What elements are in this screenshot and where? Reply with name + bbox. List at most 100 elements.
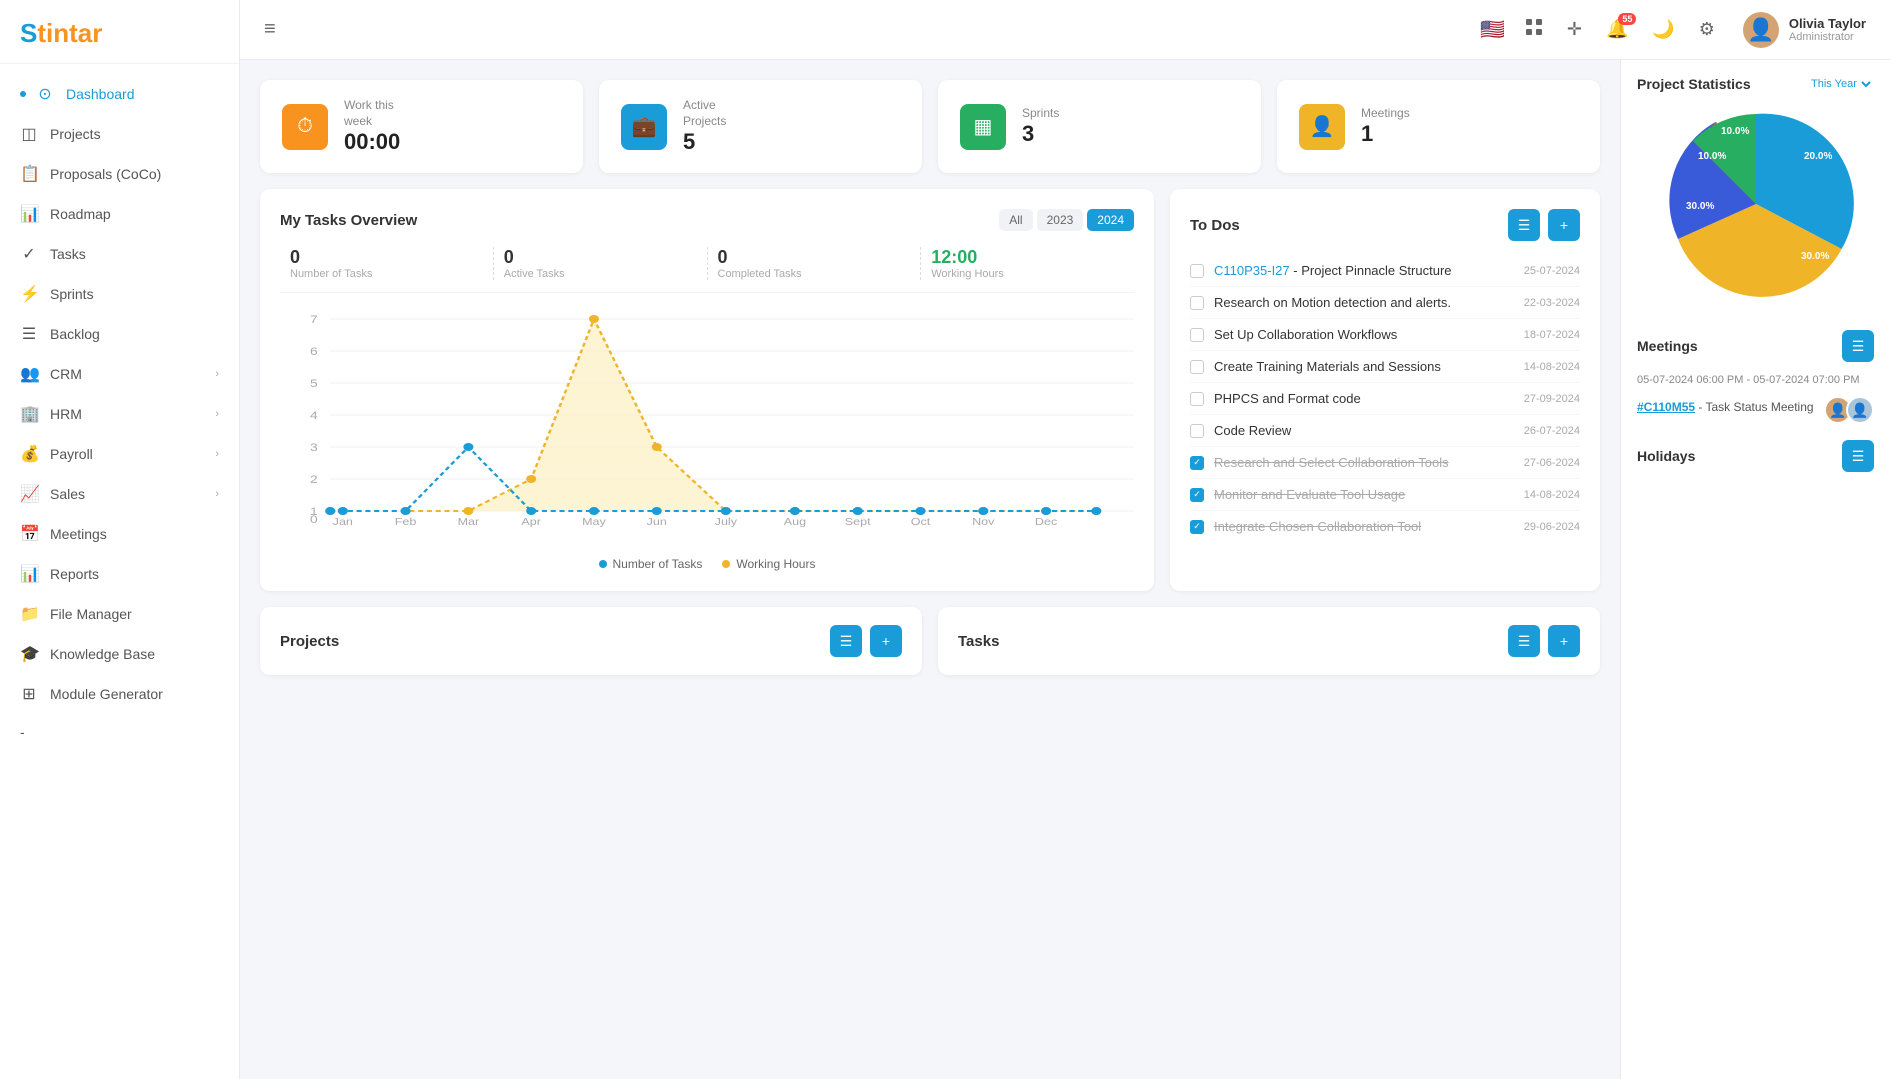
- sidebar-item-more[interactable]: -: [0, 714, 239, 750]
- sidebar-item-reports[interactable]: 📊 Reports: [0, 554, 239, 594]
- meeting-desc: - Task Status Meeting: [1695, 400, 1814, 414]
- sidebar-item-sprints[interactable]: ⚡ Sprints: [0, 274, 239, 314]
- tasks-stat-hours: 12:00 Working Hours: [921, 247, 1134, 280]
- dark-mode-icon[interactable]: 🌙: [1652, 19, 1674, 40]
- sidebar-item-file-manager[interactable]: 📁 File Manager: [0, 594, 239, 634]
- svg-text:6: 6: [310, 345, 318, 357]
- hours-legend-label: Working Hours: [736, 557, 815, 571]
- svg-text:Mar: Mar: [458, 517, 480, 528]
- todo-checkbox-1[interactable]: [1190, 264, 1204, 278]
- sidebar: Stintar ⊙ Dashboard ◫ Projects 📋 Proposa…: [0, 0, 240, 1079]
- todo-text-6: Code Review: [1214, 423, 1514, 438]
- bottom-row: Projects ☰ + Tasks ☰ +: [260, 607, 1600, 675]
- apps-icon[interactable]: [1525, 18, 1543, 41]
- pie-chart: 20.0% 30.0% 30.0% 10.0% 10.0%: [1656, 104, 1856, 304]
- sidebar-item-proposals[interactable]: 📋 Proposals (CoCo): [0, 154, 239, 194]
- tasks-bottom-card: Tasks ☰ +: [938, 607, 1600, 675]
- sidebar-item-dashboard[interactable]: ⊙ Dashboard: [0, 74, 239, 114]
- sidebar-item-knowledge-base[interactable]: 🎓 Knowledge Base: [0, 634, 239, 674]
- todo-add-button[interactable]: +: [1548, 209, 1580, 241]
- working-hours-label: Working Hours: [931, 268, 1004, 280]
- content-main: ⏱ Work thisweek 00:00 💼 ActiveProjects 5…: [240, 60, 1620, 1079]
- active-projects-label: ActiveProjects: [683, 98, 726, 129]
- holidays-title: Holidays: [1637, 448, 1695, 464]
- projects-add-button[interactable]: +: [870, 625, 902, 657]
- tab-2023[interactable]: 2023: [1037, 209, 1084, 231]
- tasks-stats-row: 0 Number of Tasks 0 Active Tasks 0 Compl…: [280, 247, 1134, 293]
- todo-text-4: Create Training Materials and Sessions: [1214, 359, 1514, 374]
- todo-actions: ☰ +: [1508, 209, 1580, 241]
- file-manager-icon: 📁: [20, 604, 38, 624]
- svg-text:4: 4: [310, 409, 318, 421]
- sidebar-item-meetings[interactable]: 📅 Meetings: [0, 514, 239, 554]
- legend-tasks: Number of Tasks: [599, 557, 703, 571]
- language-flag[interactable]: 🇺🇸: [1480, 17, 1505, 42]
- meeting-link[interactable]: #C110M55: [1637, 400, 1695, 414]
- dashboard-icon: ⊙: [36, 84, 54, 104]
- todo-text-7: Research and Select Collaboration Tools: [1214, 455, 1514, 470]
- proposals-icon: 📋: [20, 164, 38, 184]
- sidebar-item-payroll[interactable]: 💰 Payroll ›: [0, 434, 239, 474]
- stats-row: ⏱ Work thisweek 00:00 💼 ActiveProjects 5…: [260, 80, 1600, 173]
- todo-checkbox-7[interactable]: ✓: [1190, 456, 1204, 470]
- user-info[interactable]: 👤 Olivia Taylor Administrator: [1743, 12, 1866, 48]
- svg-text:5: 5: [310, 377, 318, 389]
- sidebar-item-hrm[interactable]: 🏢 HRM ›: [0, 394, 239, 434]
- projects-header: Projects ☰ +: [280, 625, 902, 657]
- sidebar-nav: ⊙ Dashboard ◫ Projects 📋 Proposals (CoCo…: [0, 64, 239, 1079]
- payroll-icon: 💰: [20, 444, 38, 464]
- tab-all[interactable]: All: [999, 209, 1032, 231]
- todo-date-3: 18-07-2024: [1524, 329, 1580, 341]
- todo-checkbox-9[interactable]: ✓: [1190, 520, 1204, 534]
- todo-list-button[interactable]: ☰: [1508, 209, 1540, 241]
- projects-list-button[interactable]: ☰: [830, 625, 862, 657]
- projects-title: Projects: [280, 633, 339, 650]
- todo-checkbox-6[interactable]: [1190, 424, 1204, 438]
- sidebar-item-label: CRM: [50, 366, 82, 382]
- settings-icon[interactable]: ⚙: [1699, 19, 1715, 40]
- payroll-arrow: ›: [215, 448, 219, 460]
- todo-item: C110P35-I27 - Project Pinnacle Structure…: [1190, 255, 1580, 287]
- notification-bell-icon[interactable]: 🔔 55: [1606, 19, 1628, 40]
- plus-icon[interactable]: ✛: [1567, 19, 1582, 40]
- tab-2024[interactable]: 2024: [1087, 209, 1134, 231]
- year-select[interactable]: This Year Last Year: [1807, 77, 1874, 91]
- active-tasks-value: 0: [504, 247, 514, 268]
- work-week-value: 00:00: [344, 129, 400, 155]
- todo-checkbox-4[interactable]: [1190, 360, 1204, 374]
- active-indicator: [20, 91, 26, 97]
- holidays-header: Holidays ☰: [1637, 440, 1874, 472]
- sidebar-item-tasks[interactable]: ✓ Tasks: [0, 234, 239, 274]
- sidebar-item-label: HRM: [50, 406, 82, 422]
- sidebar-item-label: Reports: [50, 566, 99, 582]
- sprints-icon: ⚡: [20, 284, 38, 304]
- todo-link-1[interactable]: C110P35-I27: [1214, 263, 1290, 278]
- tasks-add-button[interactable]: +: [1548, 625, 1580, 657]
- sidebar-item-crm[interactable]: 👥 CRM ›: [0, 354, 239, 394]
- user-role: Administrator: [1789, 31, 1866, 43]
- chart-area: 7 6 5 4 3 2 1 0 Jan Feb Mar Apr: [280, 309, 1134, 549]
- hamburger-menu[interactable]: ≡: [264, 18, 276, 41]
- meetings-label: Meetings: [1361, 106, 1410, 122]
- sidebar-item-label: Knowledge Base: [50, 646, 155, 662]
- holidays-list-button[interactable]: ☰: [1842, 440, 1874, 472]
- tasks-list-button[interactable]: ☰: [1508, 625, 1540, 657]
- sidebar-item-module-generator[interactable]: ⊞ Module Generator: [0, 674, 239, 714]
- todo-title: To Dos: [1190, 217, 1240, 234]
- sidebar-item-backlog[interactable]: ☰ Backlog: [0, 314, 239, 354]
- stat-card-active-projects: 💼 ActiveProjects 5: [599, 80, 922, 173]
- hrm-icon: 🏢: [20, 404, 38, 424]
- content: ⏱ Work thisweek 00:00 💼 ActiveProjects 5…: [240, 60, 1890, 1079]
- meetings-list-button[interactable]: ☰: [1842, 330, 1874, 362]
- sidebar-item-projects[interactable]: ◫ Projects: [0, 114, 239, 154]
- sidebar-item-roadmap[interactable]: 📊 Roadmap: [0, 194, 239, 234]
- todo-checkbox-3[interactable]: [1190, 328, 1204, 342]
- todo-checkbox-8[interactable]: ✓: [1190, 488, 1204, 502]
- sidebar-item-sales[interactable]: 📈 Sales ›: [0, 474, 239, 514]
- meeting-row: #C110M55 - Task Status Meeting 👤 👤: [1637, 390, 1874, 424]
- todo-date-4: 14-08-2024: [1524, 361, 1580, 373]
- todo-checkbox-5[interactable]: [1190, 392, 1204, 406]
- svg-text:30.0%: 30.0%: [1801, 251, 1829, 262]
- meetings-card: Meetings ☰ 05-07-2024 06:00 PM - 05-07-2…: [1637, 330, 1874, 424]
- todo-checkbox-2[interactable]: [1190, 296, 1204, 310]
